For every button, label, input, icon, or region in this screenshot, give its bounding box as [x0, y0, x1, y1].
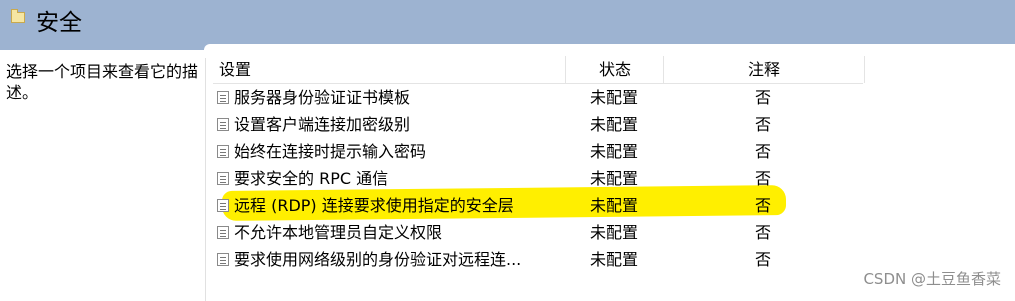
page-title: 安全 [36, 10, 82, 36]
setting-name: 要求安全的 RPC 通信 [234, 169, 389, 188]
table-row[interactable]: 设置客户端连接加密级别 未配置 否 [213, 111, 863, 138]
setting-name: 设置客户端连接加密级别 [234, 115, 411, 134]
setting-state: 未配置 [589, 115, 638, 134]
setting-state: 未配置 [589, 169, 638, 188]
setting-state: 未配置 [589, 88, 638, 107]
setting-name: 始终在连接时提示输入密码 [234, 142, 427, 161]
setting-state: 未配置 [589, 223, 638, 242]
table-header: 设置 状态 注释 [213, 56, 865, 84]
setting-comment: 否 [754, 196, 771, 215]
setting-state: 未配置 [589, 142, 638, 161]
folder-icon [11, 9, 25, 23]
setting-name: 要求使用网络级别的身份验证对远程连... [234, 250, 522, 269]
setting-comment: 否 [754, 223, 771, 242]
policy-setting-icon [217, 118, 229, 131]
column-header-comment[interactable]: 注释 [663, 56, 865, 83]
setting-comment: 否 [754, 250, 771, 269]
table-row-highlighted[interactable]: 远程 (RDP) 连接要求使用指定的安全层 未配置 否 [213, 192, 863, 219]
table-row[interactable]: 要求安全的 RPC 通信 未配置 否 [213, 165, 863, 192]
setting-state: 未配置 [589, 250, 638, 269]
table-row[interactable]: 服务器身份验证证书模板 未配置 否 [213, 84, 863, 111]
policy-setting-icon [217, 145, 229, 158]
setting-name: 服务器身份验证证书模板 [234, 88, 411, 107]
policy-setting-icon [217, 199, 229, 212]
policy-setting-icon [217, 91, 229, 104]
watermark: CSDN @土豆鱼香菜 [863, 270, 1001, 288]
setting-comment: 否 [754, 169, 771, 188]
title-bar: 安全 [0, 0, 1015, 50]
setting-state: 未配置 [589, 196, 638, 215]
table-row[interactable]: 要求使用网络级别的身份验证对远程连... 未配置 否 [213, 246, 863, 273]
policy-setting-icon [217, 226, 229, 239]
setting-name: 远程 (RDP) 连接要求使用指定的安全层 [234, 196, 514, 215]
setting-name: 不允许本地管理员自定义权限 [234, 223, 443, 242]
setting-comment: 否 [754, 115, 771, 134]
setting-comment: 否 [754, 88, 771, 107]
policy-setting-icon [217, 172, 229, 185]
setting-comment: 否 [754, 142, 771, 161]
description-text: 选择一个项目来查看它的描述。 [6, 62, 199, 102]
column-header-state[interactable]: 状态 [565, 56, 664, 83]
table-row[interactable]: 不允许本地管理员自定义权限 未配置 否 [213, 219, 863, 246]
description-pane: 选择一个项目来查看它的描述。 [0, 50, 206, 301]
column-header-setting[interactable]: 设置 [219, 56, 565, 83]
policy-setting-icon [217, 253, 229, 266]
table-row[interactable]: 始终在连接时提示输入密码 未配置 否 [213, 138, 863, 165]
